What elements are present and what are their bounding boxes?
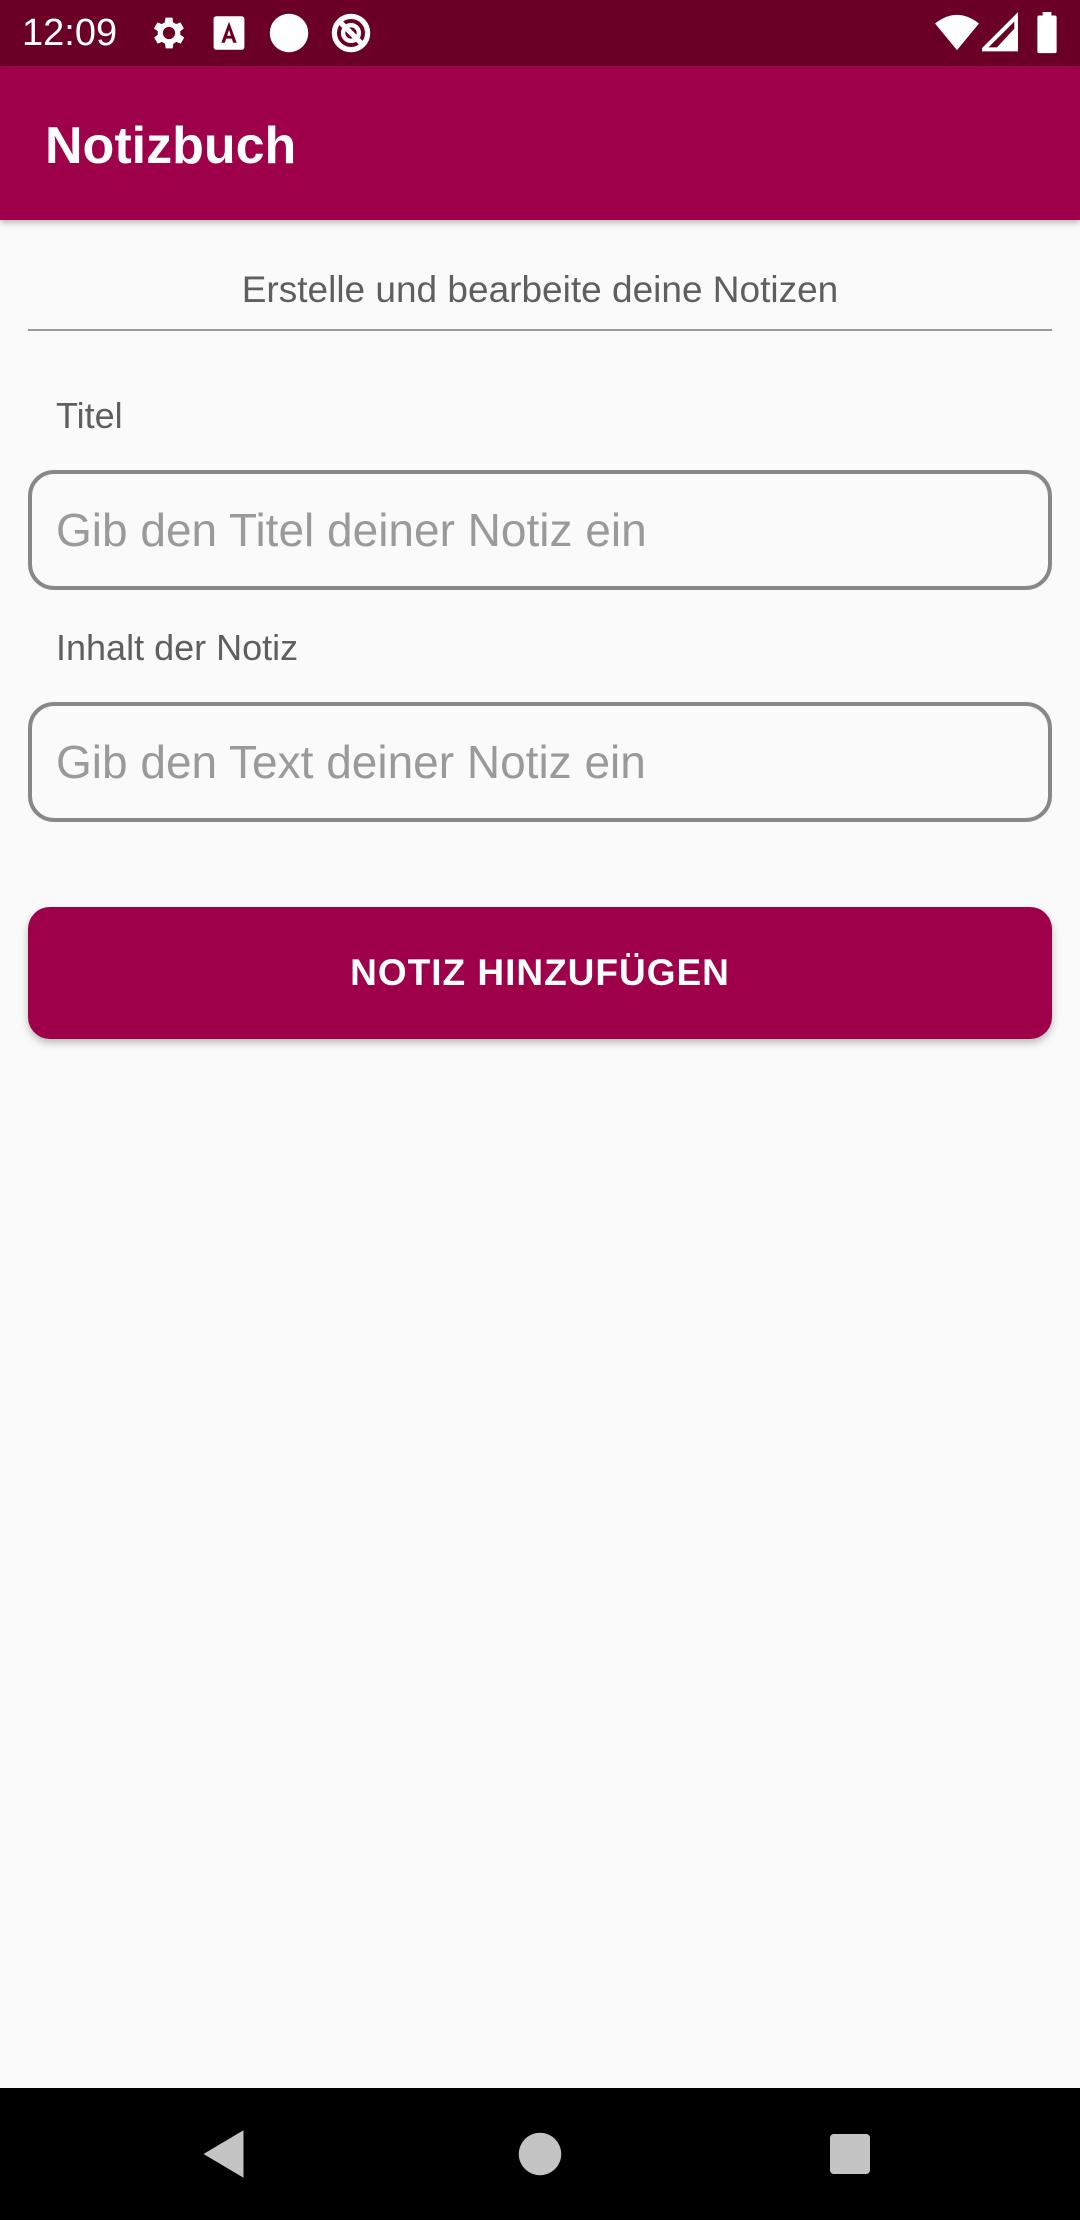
- content-label: Inhalt der Notiz: [56, 627, 299, 668]
- back-icon[interactable]: [196, 2124, 256, 2184]
- battery-icon: [1037, 12, 1057, 54]
- status-bar: 12:09: [0, 0, 1080, 66]
- recents-icon[interactable]: [820, 2124, 880, 2184]
- circle-icon: [269, 13, 309, 53]
- home-icon[interactable]: [510, 2124, 570, 2184]
- app-title: Notizbuch: [45, 117, 297, 175]
- app-bar: Notizbuch: [0, 66, 1080, 220]
- divider: [28, 329, 1052, 331]
- no-disturb-icon: [331, 13, 371, 53]
- navigation-bar: [0, 2088, 1080, 2220]
- status-time: 12:09: [22, 12, 118, 54]
- page-subtitle: Erstelle und bearbeite deine Notizen: [241, 269, 839, 310]
- add-note-button[interactable]: NOTIZ HINZUFÜGEN: [28, 907, 1052, 1039]
- signal-icon: [982, 12, 1018, 52]
- wifi-icon: [935, 14, 979, 51]
- title-label: Titel: [56, 395, 123, 436]
- content-input[interactable]: [28, 702, 1052, 822]
- title-input[interactable]: [28, 470, 1052, 590]
- keyboard-a-icon: [213, 16, 245, 50]
- gear-icon: [153, 17, 185, 49]
